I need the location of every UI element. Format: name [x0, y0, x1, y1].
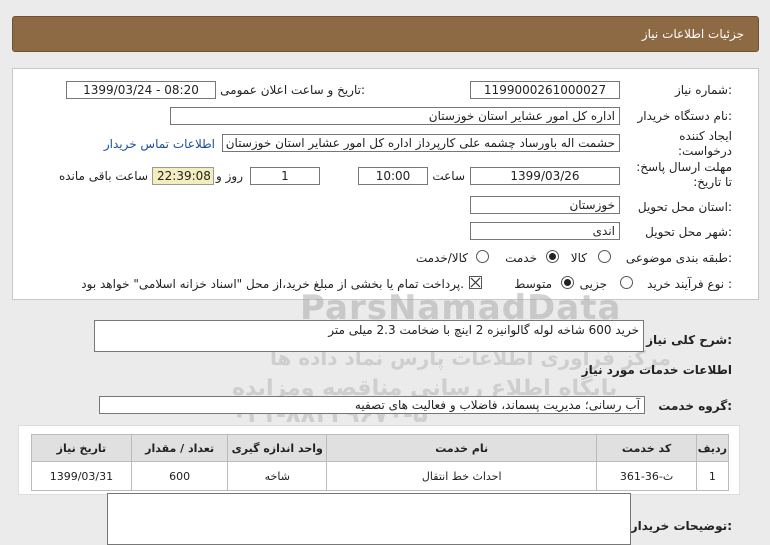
category-radio-goods[interactable] [598, 250, 611, 263]
cell-service-code: ث-36-361 [596, 461, 697, 491]
category-option-goods: کالا [570, 251, 587, 265]
services-table: ردیف کد خدمت نام خدمت واحد اندازه گیری ت… [31, 434, 730, 491]
province-label: استان محل تحویل: [637, 200, 732, 214]
cell-service-name: احداث خط انتقال [326, 461, 598, 491]
summary-label: شرح کلی نیاز: [646, 333, 732, 347]
service-group-label: گروه خدمت: [658, 399, 732, 413]
purchase-type-label: نوع فرآیند خرید : [647, 277, 732, 291]
days-label: روز و [216, 169, 243, 183]
creator-label: ایجاد کننده درخواست: [678, 129, 732, 158]
buyer-org-field: اداره کل امور عشایر استان خوزستان [170, 107, 620, 125]
need-number-field: 1199000261000027 [470, 81, 620, 99]
col-row: ردیف [695, 434, 730, 462]
checkbox-cross-icon [470, 277, 481, 288]
col-unit: واحد اندازه گیری [227, 434, 328, 462]
category-label: طبقه بندی موضوعی: [625, 251, 732, 265]
category-radio-service[interactable] [546, 250, 559, 263]
service-group-field: آب رسانی؛ مدیریت پسماند، فاضلاب و فعالیت… [99, 396, 645, 414]
remaining-time-field: 22:39:08 [152, 167, 214, 185]
col-service-code: کد خدمت [596, 434, 697, 462]
page-title: جزئیات اطلاعات نیاز [641, 27, 744, 41]
province-field: خوزستان [470, 196, 620, 214]
city-field: اندی [470, 222, 620, 240]
cell-need-date: 1399/03/31 [31, 461, 132, 491]
col-service-name: نام خدمت [326, 434, 598, 462]
buyer-org-label: نام دستگاه خریدار: [637, 109, 733, 123]
city-label: شهر محل تحویل: [645, 225, 732, 239]
buyer-contact-link[interactable]: اطلاعات تماس خریدار [104, 137, 215, 151]
deadline-date-field: 1399/03/26 [470, 167, 620, 185]
category-radio-goods-service[interactable] [476, 250, 489, 263]
buyer-notes-field [107, 493, 631, 545]
category-option-goods-service: کالا/خدمت [415, 251, 468, 265]
services-section-title: اطلاعات خدمات مورد نیاز [581, 363, 732, 377]
page-header: جزئیات اطلاعات نیاز [12, 16, 759, 52]
need-number-label: شماره نیاز: [674, 83, 732, 97]
cell-quantity: 600 [130, 461, 229, 491]
purchase-radio-minor[interactable] [620, 276, 633, 289]
col-quantity: تعداد / مقدار [130, 434, 229, 462]
deadline-time-field: 10:00 [358, 167, 428, 185]
cell-unit: شاخه [227, 461, 328, 491]
services-table-header: ردیف کد خدمت نام خدمت واحد اندازه گیری ت… [31, 434, 730, 462]
days-remaining-field: 1 [250, 167, 320, 185]
remaining-time-label: ساعت باقی مانده [58, 169, 148, 183]
announce-datetime-field: 1399/03/24 - 08:20 [66, 81, 216, 99]
cell-row: 1 [695, 461, 730, 491]
table-row: 1 ث-36-361 احداث خط انتقال شاخه 600 1399… [31, 461, 730, 491]
buyer-notes-label: توضیحات خریدار: [630, 519, 732, 533]
deadline-label: مهلت ارسال پاسخ: تا تاریخ: [636, 160, 732, 189]
category-option-service: خدمت [505, 251, 537, 265]
creator-field: حشمت اله باورساد چشمه علی کارپرداز اداره… [222, 134, 620, 152]
summary-field: خرید 600 شاخه لوله گالوانیزه 2 اینچ با ض… [94, 320, 644, 352]
col-need-date: تاریخ نیاز [31, 434, 132, 462]
deadline-time-label: ساعت [432, 169, 465, 183]
announce-label: تاریخ و ساعت اعلان عمومی: [220, 83, 365, 97]
